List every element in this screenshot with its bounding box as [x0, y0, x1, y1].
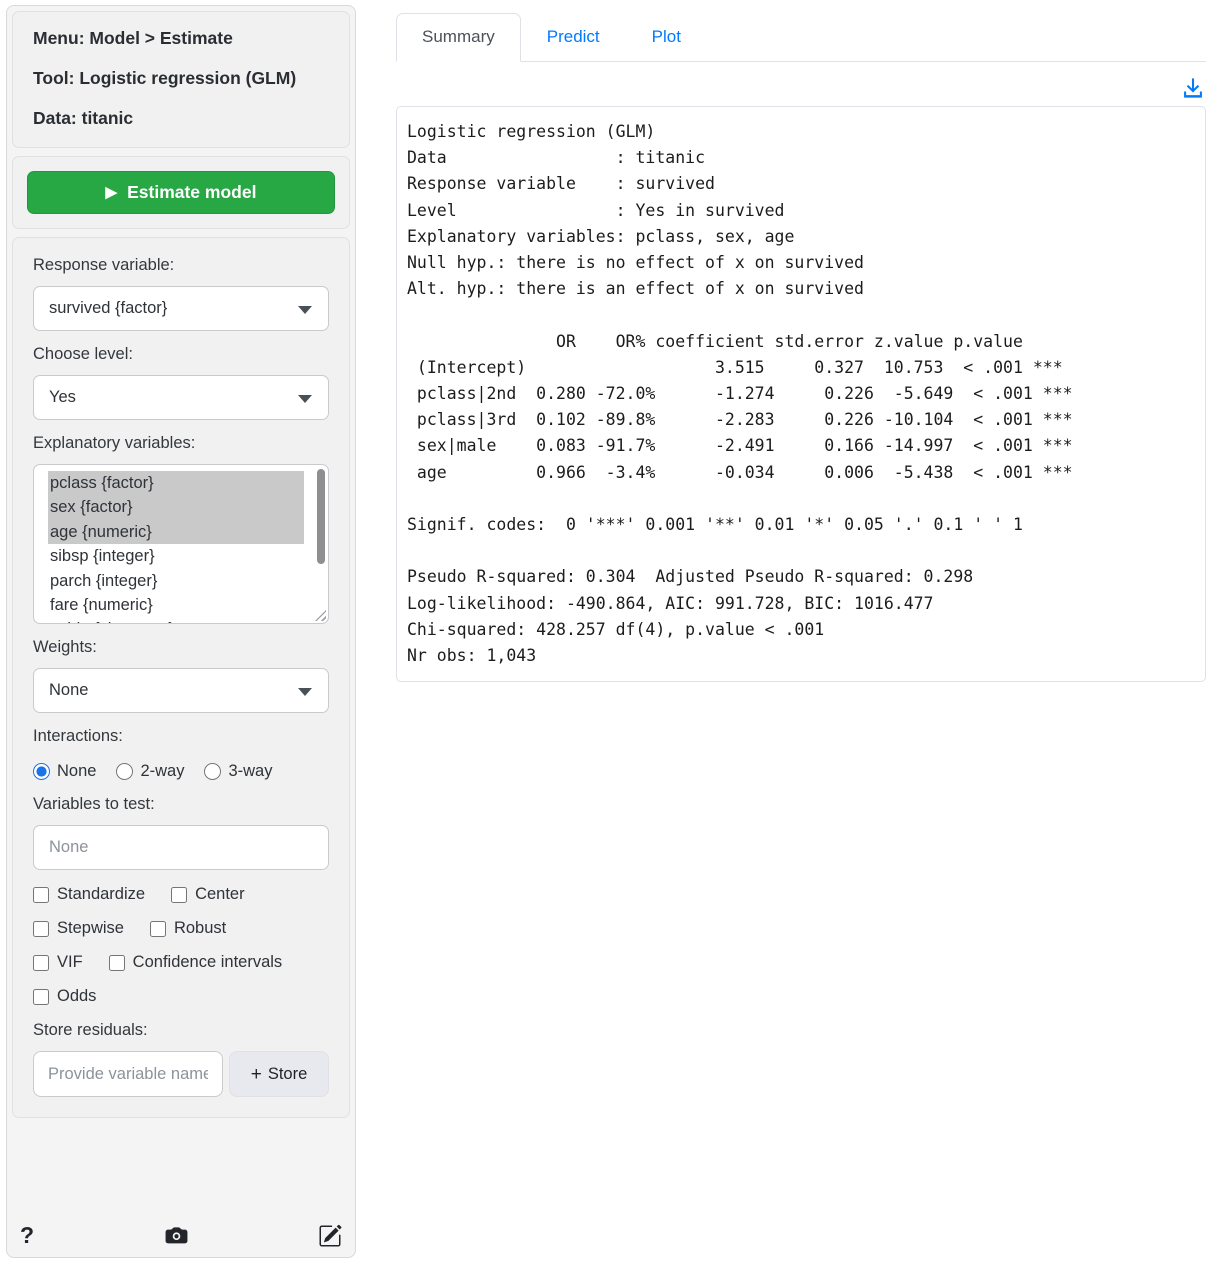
confidence-intervals-checkbox[interactable]: Confidence intervals: [109, 953, 283, 972]
regression-summary-text: Logistic regression (GLM) Data : titanic…: [407, 119, 1195, 669]
store-button[interactable]: + Store: [229, 1051, 329, 1097]
center-checkbox-input[interactable]: [171, 887, 187, 903]
choose-level-value: Yes: [49, 388, 76, 407]
store-button-label: Store: [268, 1065, 307, 1084]
tab-bar: Summary Predict Plot: [396, 13, 1206, 62]
choose-level-select[interactable]: Yes: [33, 375, 329, 420]
app: Menu: Model > Estimate Tool: Logistic re…: [0, 0, 1211, 1262]
chevron-down-icon: [298, 688, 312, 696]
list-item[interactable]: sibsp {integer}: [48, 544, 304, 568]
center-checkbox[interactable]: Center: [171, 885, 245, 904]
vif-label: VIF: [57, 953, 83, 972]
weights-label: Weights:: [33, 638, 329, 657]
checkbox-row-4: Odds: [33, 987, 329, 1006]
radio-none-label: None: [57, 762, 96, 781]
chevron-down-icon: [298, 306, 312, 314]
response-variable-value: survived {factor}: [49, 299, 167, 318]
toolbar: [396, 62, 1206, 106]
estimate-model-button[interactable]: ▶ Estimate model: [27, 171, 335, 214]
dataset-name: Data: titanic: [33, 108, 329, 129]
tab-predict[interactable]: Predict: [521, 13, 626, 62]
estimate-panel: ▶ Estimate model: [12, 156, 350, 229]
standardize-checkbox-input[interactable]: [33, 887, 49, 903]
plus-icon: +: [251, 1065, 262, 1084]
robust-checkbox[interactable]: Robust: [150, 919, 226, 938]
center-label: Center: [195, 885, 245, 904]
store-residuals-label: Store residuals:: [33, 1021, 329, 1040]
chevron-down-icon: [298, 395, 312, 403]
scrollbar[interactable]: [316, 467, 326, 623]
help-icon[interactable]: ?: [20, 1224, 34, 1247]
camera-icon[interactable]: [164, 1223, 189, 1248]
explanatory-variables-listbox[interactable]: pclass {factor} sex {factor} age {numeri…: [33, 464, 329, 624]
list-item[interactable]: pclass {factor}: [48, 471, 304, 495]
store-residuals-input[interactable]: [33, 1051, 223, 1097]
estimate-model-button-label: Estimate model: [127, 182, 256, 203]
robust-label: Robust: [174, 919, 226, 938]
stepwise-label: Stepwise: [57, 919, 124, 938]
checkbox-row-2: Stepwise Robust: [33, 919, 329, 938]
interactions-option-2way[interactable]: 2-way: [116, 762, 184, 781]
list-item[interactable]: parch {integer}: [48, 569, 304, 593]
edit-report-icon[interactable]: [318, 1224, 342, 1248]
explanatory-variables-items: pclass {factor} sex {factor} age {numeri…: [34, 465, 328, 624]
variables-to-test-label: Variables to test:: [33, 795, 329, 814]
weights-value: None: [49, 681, 88, 700]
interactions-radio-group: None 2-way 3-way: [33, 762, 329, 781]
interactions-label: Interactions:: [33, 727, 329, 746]
checkbox-row-3: VIF Confidence intervals: [33, 953, 329, 972]
response-variable-select[interactable]: survived {factor}: [33, 286, 329, 331]
stepwise-checkbox[interactable]: Stepwise: [33, 919, 124, 938]
list-item[interactable]: sex {factor}: [48, 495, 304, 519]
list-item[interactable]: age {numeric}: [48, 520, 304, 544]
list-item[interactable]: cabin {character}: [48, 617, 304, 624]
odds-label: Odds: [57, 987, 96, 1006]
model-form-panel: Response variable: survived {factor} Cho…: [12, 237, 350, 1118]
radio-none[interactable]: [33, 763, 50, 780]
odds-checkbox-input[interactable]: [33, 989, 49, 1005]
weights-select[interactable]: None: [33, 668, 329, 713]
interactions-option-none[interactable]: None: [33, 762, 96, 781]
odds-checkbox[interactable]: Odds: [33, 987, 96, 1006]
robust-checkbox-input[interactable]: [150, 921, 166, 937]
standardize-checkbox[interactable]: Standardize: [33, 885, 145, 904]
vif-checkbox[interactable]: VIF: [33, 953, 83, 972]
play-icon: ▶: [106, 185, 118, 200]
tab-plot[interactable]: Plot: [626, 13, 707, 62]
main-panel: Summary Predict Plot Logistic regression…: [356, 5, 1211, 1262]
explanatory-variables-label: Explanatory variables:: [33, 434, 329, 453]
response-variable-label: Response variable:: [33, 256, 329, 275]
radio-2way-label: 2-way: [140, 762, 184, 781]
menu-breadcrumb: Menu: Model > Estimate: [33, 28, 329, 49]
sidebar-footer: ?: [12, 1215, 350, 1252]
confidence-intervals-checkbox-input[interactable]: [109, 955, 125, 971]
choose-level-label: Choose level:: [33, 345, 329, 364]
tool-title: Tool: Logistic regression (GLM): [33, 68, 329, 89]
confidence-intervals-label: Confidence intervals: [133, 953, 283, 972]
radio-2way[interactable]: [116, 763, 133, 780]
stepwise-checkbox-input[interactable]: [33, 921, 49, 937]
store-residuals-row: + Store: [33, 1051, 329, 1097]
variables-to-test-placeholder: None: [49, 838, 88, 857]
interactions-option-3way[interactable]: 3-way: [204, 762, 272, 781]
vif-checkbox-input[interactable]: [33, 955, 49, 971]
radio-3way[interactable]: [204, 763, 221, 780]
checkbox-row-1: Standardize Center: [33, 885, 329, 904]
standardize-label: Standardize: [57, 885, 145, 904]
summary-output-panel: Logistic regression (GLM) Data : titanic…: [396, 106, 1206, 682]
tab-summary[interactable]: Summary: [396, 13, 521, 62]
list-item[interactable]: fare {numeric}: [48, 593, 304, 617]
download-icon[interactable]: [1182, 77, 1204, 99]
variables-to-test-input[interactable]: None: [33, 825, 329, 870]
radio-3way-label: 3-way: [228, 762, 272, 781]
context-panel: Menu: Model > Estimate Tool: Logistic re…: [12, 11, 350, 148]
sidebar: Menu: Model > Estimate Tool: Logistic re…: [6, 5, 356, 1258]
scrollbar-thumb[interactable]: [317, 469, 325, 564]
